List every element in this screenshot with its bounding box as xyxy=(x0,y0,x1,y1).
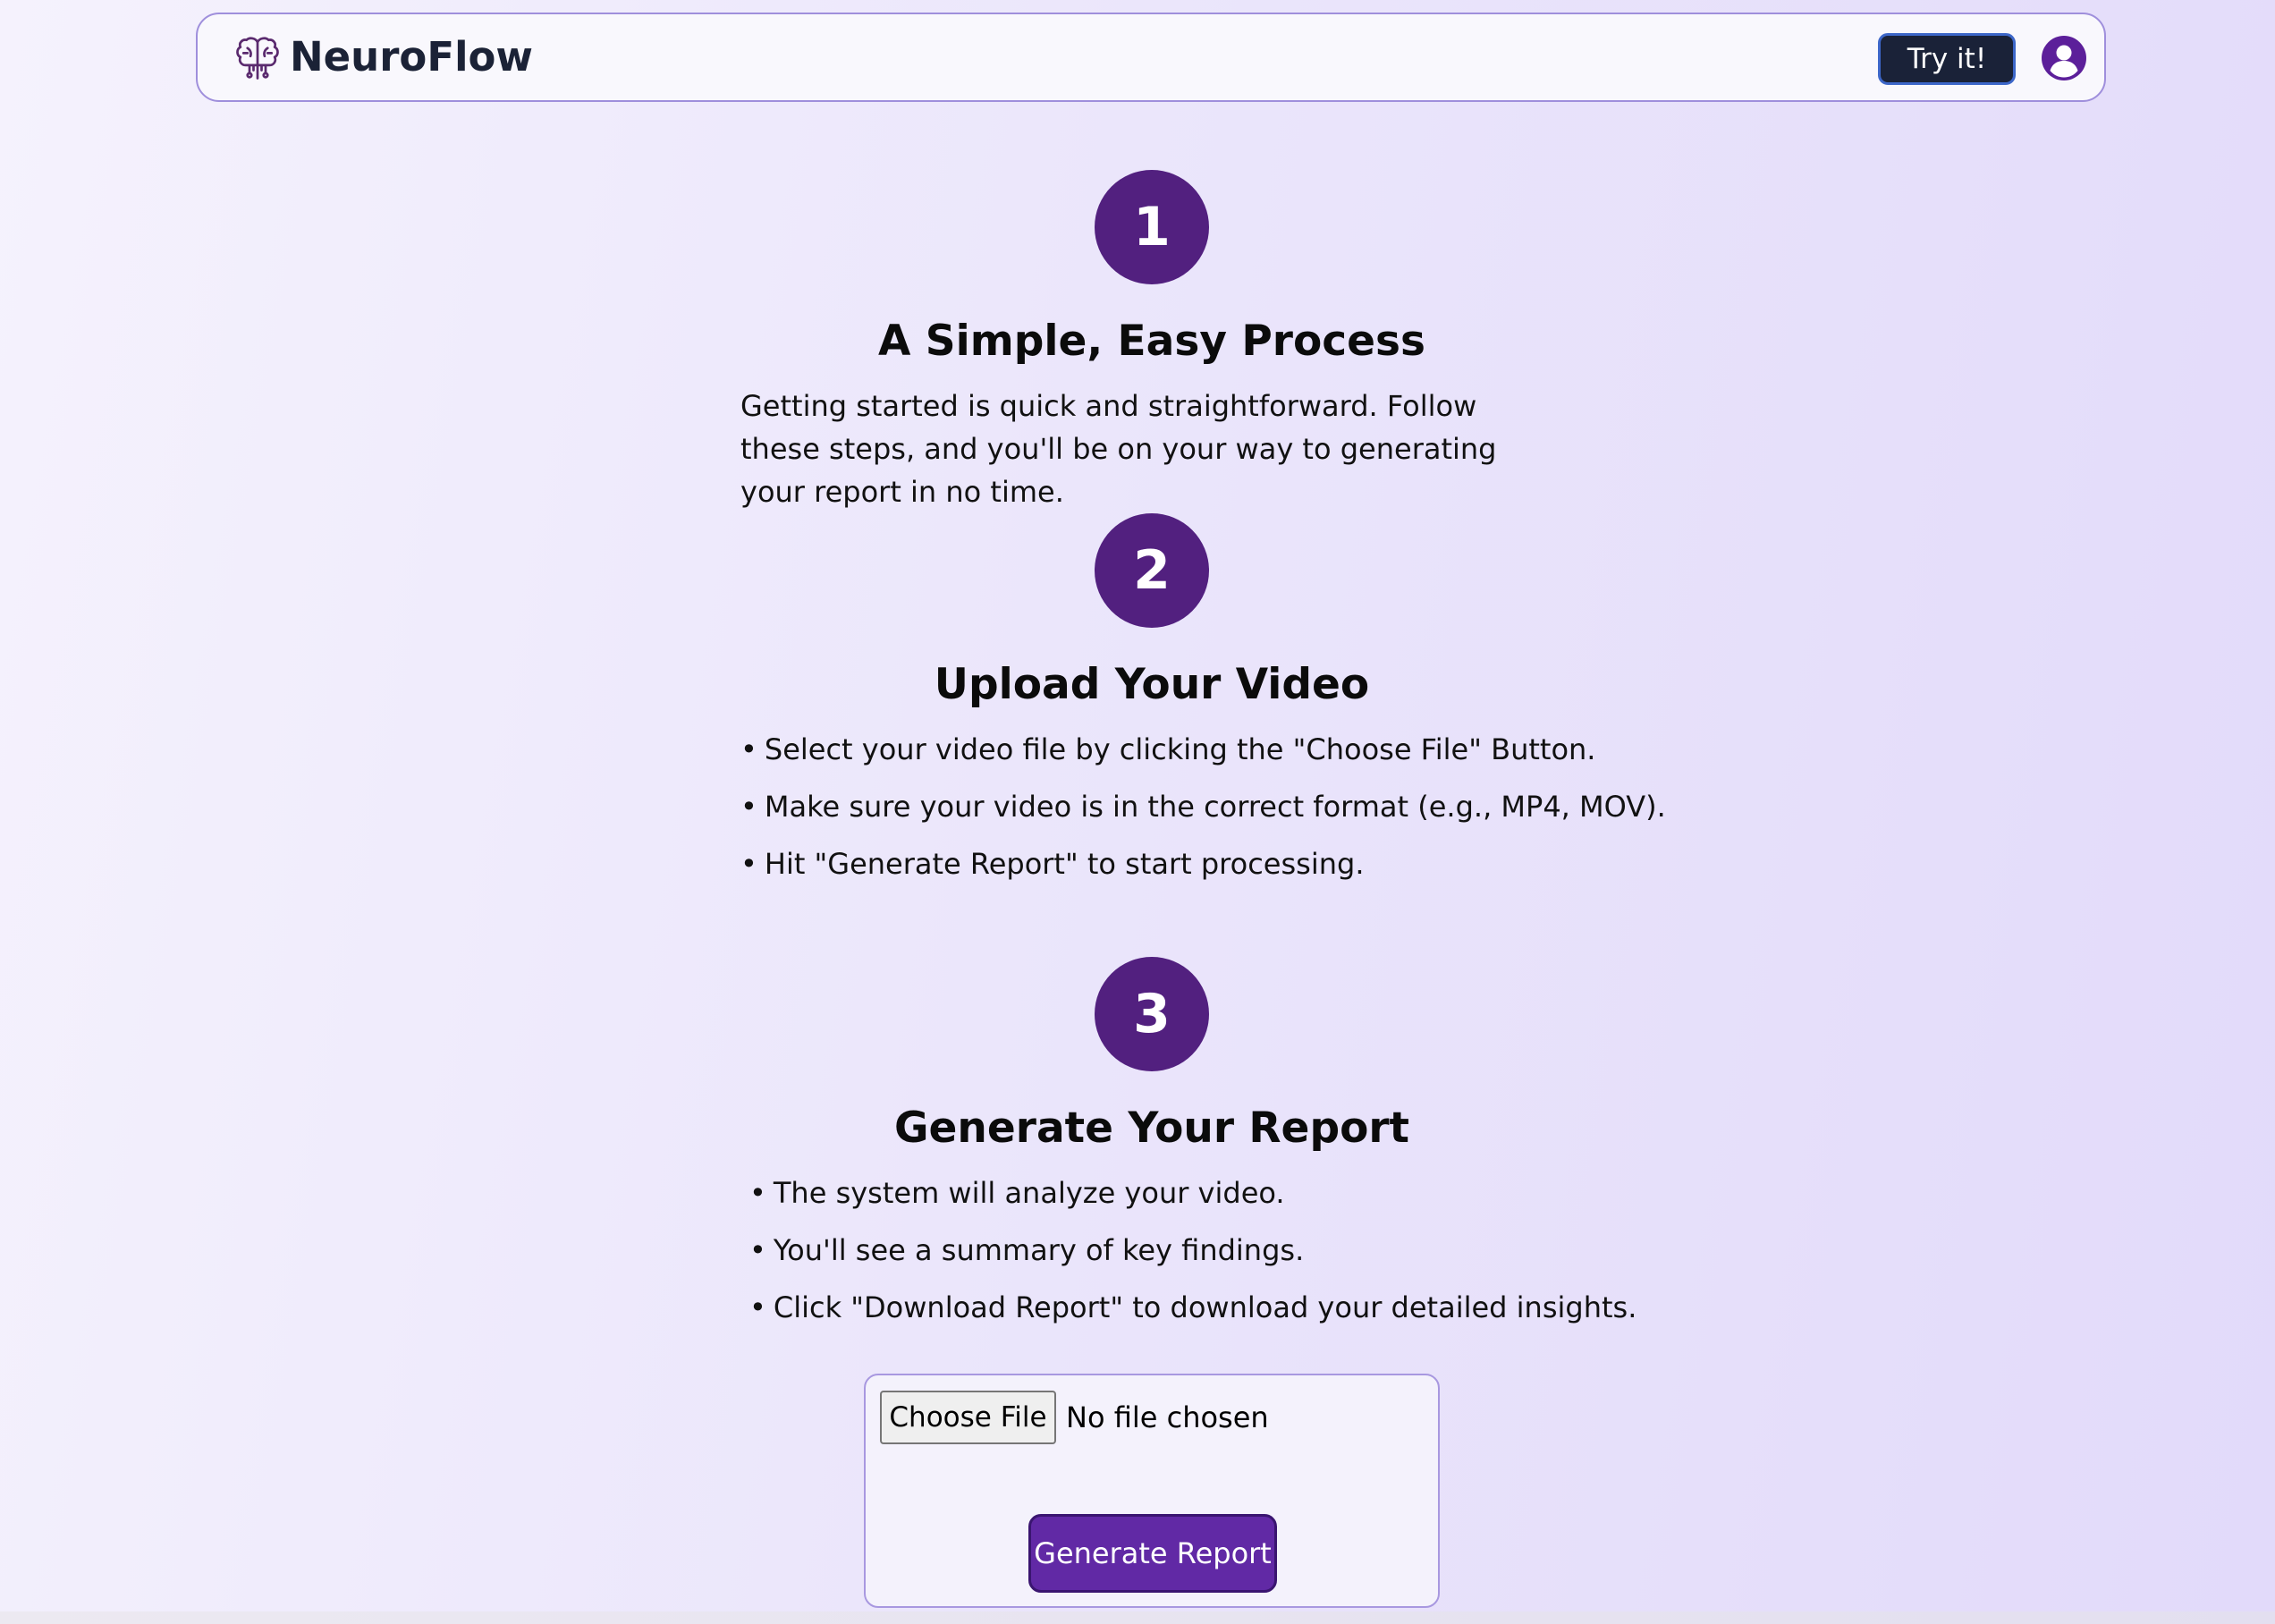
step-3-bullet-list: The system will analyze your video. You'… xyxy=(749,1164,1637,1336)
step-3-number: 3 xyxy=(1095,957,1209,1071)
list-item: Hit "Generate Report" to start processin… xyxy=(740,835,1666,892)
choose-file-button[interactable]: Choose File xyxy=(880,1391,1056,1444)
try-it-button[interactable]: Try it! xyxy=(1878,33,2016,85)
list-item: Make sure your video is in the correct f… xyxy=(740,778,1666,835)
user-circle-icon[interactable] xyxy=(2041,35,2087,81)
list-item: Click "Download Report" to download your… xyxy=(749,1279,1637,1336)
step-1-title: A Simple, Easy Process xyxy=(878,317,1425,366)
list-item: Select your video file by clicking the "… xyxy=(740,721,1666,778)
step-3-title: Generate Your Report xyxy=(893,1104,1410,1153)
brand-name[interactable]: NeuroFlow xyxy=(290,32,533,82)
brain-circuit-icon xyxy=(236,37,279,80)
step-2-bullet-list: Select your video file by clicking the "… xyxy=(740,721,1666,892)
step-2-title: Upload Your Video xyxy=(934,660,1370,709)
list-item: The system will analyze your video. xyxy=(749,1164,1636,1222)
file-status-text: No file chosen xyxy=(1066,1400,1269,1434)
step-1-number: 1 xyxy=(1095,170,1209,284)
generate-report-button[interactable]: Generate Report xyxy=(1028,1514,1277,1593)
list-item: You'll see a summary of key findings. xyxy=(749,1222,1636,1279)
top-navbar: NeuroFlow Try it! xyxy=(196,13,2106,102)
step-1-description: Getting started is quick and straightfor… xyxy=(740,389,1497,509)
upload-card: Choose File No file chosen Generate Repo… xyxy=(864,1374,1440,1608)
page-bottom-edge xyxy=(0,1611,2275,1624)
step-2-number: 2 xyxy=(1095,513,1209,628)
